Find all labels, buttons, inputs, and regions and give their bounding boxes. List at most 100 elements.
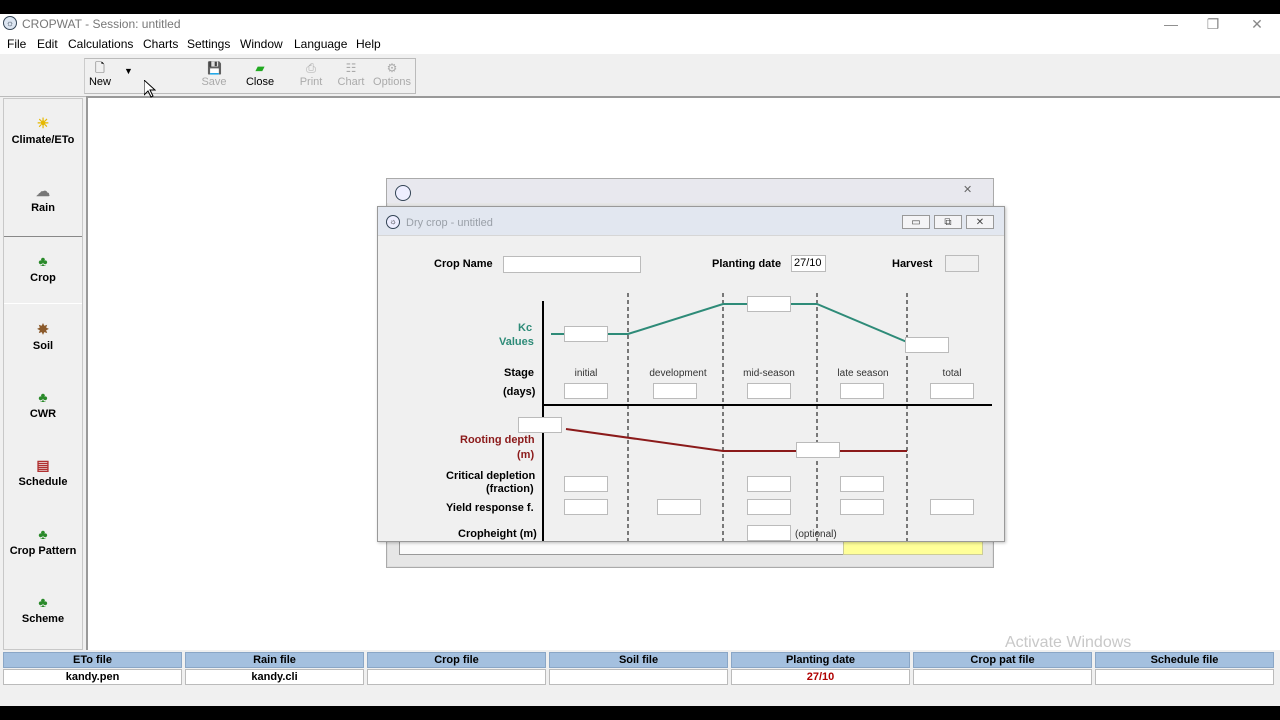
planting-date-input[interactable]: 27/10 <box>791 255 826 272</box>
menu-file[interactable]: File <box>7 37 26 51</box>
yield-development-input[interactable] <box>657 499 701 515</box>
menu-window[interactable]: Window <box>240 37 283 51</box>
sidebar-item-label: Crop <box>30 272 56 284</box>
status-header-soil: Soil file <box>549 652 728 668</box>
restore-button[interactable]: ❐ <box>1192 14 1234 34</box>
status-value-croppat[interactable] <box>913 669 1092 685</box>
days-late-input[interactable] <box>840 383 884 399</box>
sidebar-item-cwr[interactable]: ♣ CWR <box>4 373 82 439</box>
scheme-icon: ♣ <box>38 594 48 610</box>
close-button[interactable]: ▰ Close <box>239 59 281 93</box>
depletion-initial-input[interactable] <box>564 476 608 492</box>
depletion-late-input[interactable] <box>840 476 884 492</box>
critical-depletion-label: Critical depletion <box>446 470 536 482</box>
days-mid-input[interactable] <box>747 383 791 399</box>
menu-edit[interactable]: Edit <box>37 37 58 51</box>
yield-response-label: Yield response f. <box>446 502 534 514</box>
save-button[interactable]: 💾 Save <box>193 59 235 93</box>
days-development-input[interactable] <box>653 383 697 399</box>
crop-plant-icon: ♣ <box>38 253 48 269</box>
status-value-crop[interactable] <box>367 669 546 685</box>
sidebar-item-crop-pattern[interactable]: ♣ Crop Pattern <box>4 510 82 576</box>
dry-crop-window[interactable]: ☼ Dry crop - untitled ▭ ⧉ ✕ Crop Name Pl… <box>377 206 1005 542</box>
sidebar-item-crop[interactable]: ♣ Crop <box>4 236 82 304</box>
planting-date-label: Planting date <box>712 258 782 270</box>
sidebar-item-rain[interactable]: ☁ Rain <box>4 167 82 233</box>
background-close-icon[interactable]: ✕ <box>963 183 972 196</box>
close-window-button[interactable]: ✕ <box>1236 14 1278 34</box>
new-file-icon: 🗋 <box>95 61 105 75</box>
chart-button[interactable]: ☷ Chart <box>330 59 372 93</box>
save-icon: 💾 <box>207 61 222 75</box>
rooting-depth-label: Rooting depth <box>460 434 535 446</box>
sidebar-item-label: Climate/ETo <box>11 134 75 146</box>
status-value-soil[interactable] <box>549 669 728 685</box>
status-value-rain[interactable]: kandy.cli <box>185 669 364 685</box>
sidebar-item-scheme[interactable]: ♣ Scheme <box>4 578 82 644</box>
crop-name-input[interactable] <box>503 256 641 273</box>
print-button[interactable]: ⎙ Print <box>290 59 332 93</box>
days-total-field[interactable] <box>930 383 974 399</box>
close-folder-icon: ▰ <box>255 61 265 75</box>
yield-total-input[interactable] <box>930 499 974 515</box>
print-icon: ⎙ <box>306 61 316 75</box>
kc-initial-input[interactable] <box>564 326 608 342</box>
minimize-button[interactable]: — <box>1150 14 1192 34</box>
depletion-mid-input[interactable] <box>747 476 791 492</box>
activate-windows-watermark: Activate Windows <box>1005 634 1132 651</box>
menu-settings[interactable]: Settings <box>187 37 230 51</box>
menu-language[interactable]: Language <box>294 37 347 51</box>
options-button-label: Options <box>373 76 411 88</box>
yield-initial-input[interactable] <box>564 499 608 515</box>
rooting-max-input[interactable] <box>796 442 840 458</box>
status-value-eto[interactable]: kandy.pen <box>3 669 182 685</box>
kc-end-input[interactable] <box>905 337 949 353</box>
status-value-planting[interactable]: 27/10 <box>731 669 910 685</box>
soil-icon: ✸ <box>37 321 49 337</box>
sidebar-item-schedule[interactable]: ▤ Schedule <box>4 441 82 507</box>
title-bar: ☼ CROPWAT - Session: untitled — ❐ ✕ <box>0 14 1280 34</box>
kc-mid-input[interactable] <box>747 296 791 312</box>
mouse-cursor-icon <box>144 80 156 98</box>
menu-charts[interactable]: Charts <box>143 37 178 51</box>
app-icon: ☼ <box>3 16 17 30</box>
yield-mid-input[interactable] <box>747 499 791 515</box>
stage-total-label: total <box>942 368 962 379</box>
cwr-plant-icon: ♣ <box>38 389 48 405</box>
options-button[interactable]: ⚙ Options <box>371 59 413 93</box>
sidebar-item-climate[interactable]: ☀ Climate/ETo <box>4 99 82 165</box>
cropheight-label: Cropheight (m) <box>458 528 537 540</box>
days-label: (days) <box>503 386 536 398</box>
stage-label: Stage <box>504 367 534 379</box>
cropheight-input[interactable] <box>747 525 791 541</box>
new-button[interactable]: 🗋 New <box>79 59 121 93</box>
background-window-icon <box>395 185 411 201</box>
menu-calculations[interactable]: Calculations <box>68 37 133 51</box>
sidebar-item-label: Crop Pattern <box>9 545 77 557</box>
cropwat-app: ☼ CROPWAT - Session: untitled — ❐ ✕ File… <box>0 14 1280 706</box>
background-window-titlebar: ✕ <box>387 179 993 203</box>
stage-development-label: development <box>649 368 707 379</box>
menu-bar: File Edit Calculations Charts Settings W… <box>0 34 1280 54</box>
status-value-schedule[interactable] <box>1095 669 1274 685</box>
rooting-initial-input[interactable] <box>518 417 562 433</box>
menu-help[interactable]: Help <box>356 37 381 51</box>
print-button-label: Print <box>299 76 323 88</box>
kc-values-label: Values <box>499 336 534 348</box>
sun-icon: ☀ <box>36 115 50 131</box>
schedule-chart-icon: ▤ <box>36 457 50 473</box>
new-dropdown-icon[interactable]: ▼ <box>124 66 133 76</box>
options-icon: ⚙ <box>386 61 398 75</box>
window-title: CROPWAT - Session: untitled <box>22 17 181 31</box>
stage-initial-label: initial <box>574 368 598 379</box>
days-initial-input[interactable] <box>564 383 608 399</box>
yield-late-input[interactable] <box>840 499 884 515</box>
status-header-schedule: Schedule file <box>1095 652 1274 668</box>
status-header-croppat: Crop pat file <box>913 652 1092 668</box>
sidebar-item-soil[interactable]: ✸ Soil <box>4 305 82 371</box>
toolbar: 🗋 New ▼ 💾 Save ▰ Close ⎙ Print ☷ Chart ⚙… <box>0 56 1280 97</box>
chart-button-label: Chart <box>337 76 365 88</box>
rooting-depth-unit: (m) <box>517 449 535 461</box>
status-header-planting: Planting date <box>731 652 910 668</box>
stage-mid-label: mid-season <box>743 368 795 379</box>
